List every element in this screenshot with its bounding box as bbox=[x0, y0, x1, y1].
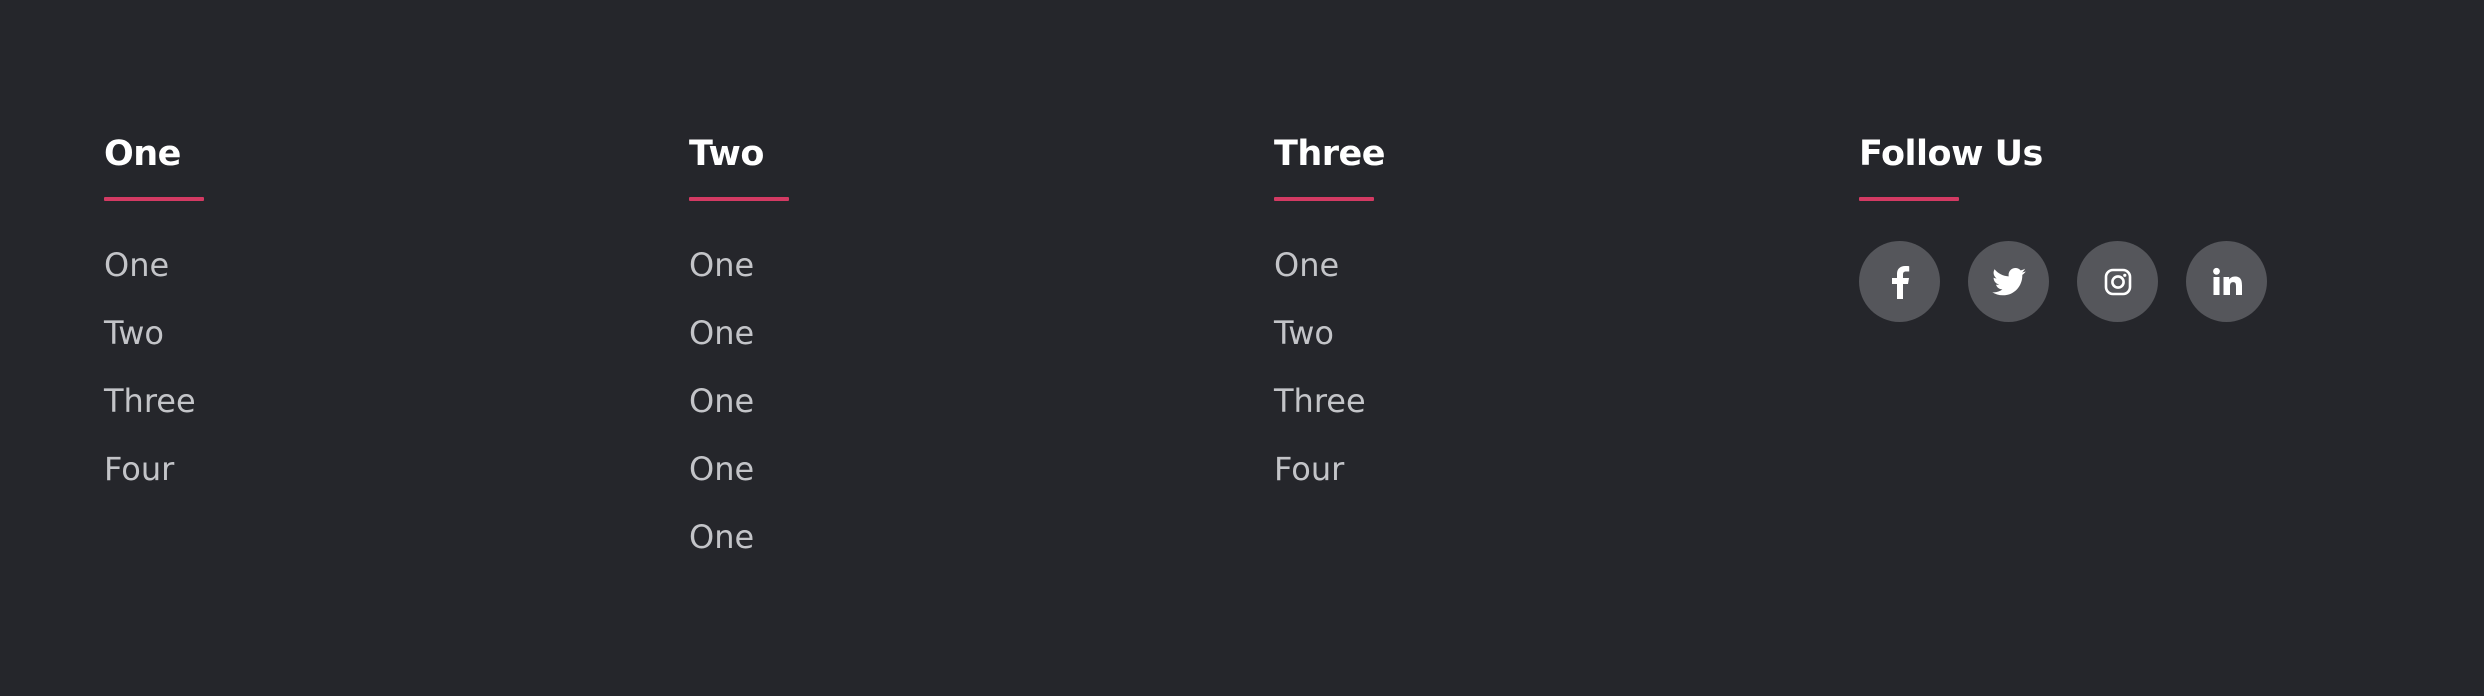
footer-link[interactable]: One bbox=[104, 246, 169, 284]
footer-link[interactable]: One bbox=[1274, 246, 1339, 284]
instagram-button[interactable] bbox=[2077, 241, 2158, 322]
list-item: One bbox=[689, 376, 754, 444]
list-item: Three bbox=[1274, 376, 1366, 444]
footer-link[interactable]: Two bbox=[104, 314, 164, 352]
footer-link[interactable]: Four bbox=[104, 450, 174, 488]
facebook-icon bbox=[1891, 265, 1909, 299]
footer-link-list: One Two Three Four bbox=[1274, 240, 1366, 512]
instagram-icon bbox=[2104, 268, 2131, 295]
footer-link[interactable]: One bbox=[689, 246, 754, 284]
list-item: One bbox=[689, 444, 754, 512]
list-item: One bbox=[689, 512, 754, 580]
column-heading: Three bbox=[1274, 134, 1386, 174]
footer-link[interactable]: One bbox=[689, 450, 754, 488]
list-item: One bbox=[1274, 240, 1366, 308]
column-heading: Follow Us bbox=[1859, 134, 2043, 174]
list-item: One bbox=[689, 308, 754, 376]
linkedin-icon bbox=[2212, 267, 2242, 295]
linkedin-button[interactable] bbox=[2186, 241, 2267, 322]
footer-link[interactable]: One bbox=[689, 518, 754, 556]
social-links bbox=[1859, 241, 2267, 322]
site-footer: One One Two Three Four Two One One One O… bbox=[0, 0, 2484, 696]
footer-link-list: One One One One One bbox=[689, 240, 754, 580]
facebook-button[interactable] bbox=[1859, 241, 1940, 322]
footer-link[interactable]: Three bbox=[104, 382, 196, 420]
twitter-button[interactable] bbox=[1968, 241, 2049, 322]
heading-underline bbox=[1274, 197, 1374, 201]
list-item: Two bbox=[104, 308, 196, 376]
footer-link-list: One Two Three Four bbox=[104, 240, 196, 512]
footer-link[interactable]: Four bbox=[1274, 450, 1344, 488]
list-item: Four bbox=[1274, 444, 1366, 512]
heading-underline bbox=[689, 197, 789, 201]
column-heading: Two bbox=[689, 134, 764, 174]
footer-link[interactable]: Three bbox=[1274, 382, 1366, 420]
footer-link[interactable]: One bbox=[689, 382, 754, 420]
list-item: One bbox=[104, 240, 196, 308]
twitter-icon bbox=[1991, 267, 2026, 295]
list-item: Three bbox=[104, 376, 196, 444]
column-heading: One bbox=[104, 134, 181, 174]
footer-link[interactable]: Two bbox=[1274, 314, 1334, 352]
footer-link[interactable]: One bbox=[689, 314, 754, 352]
list-item: One bbox=[689, 240, 754, 308]
heading-underline bbox=[104, 197, 204, 201]
list-item: Two bbox=[1274, 308, 1366, 376]
list-item: Four bbox=[104, 444, 196, 512]
heading-underline bbox=[1859, 197, 1959, 201]
